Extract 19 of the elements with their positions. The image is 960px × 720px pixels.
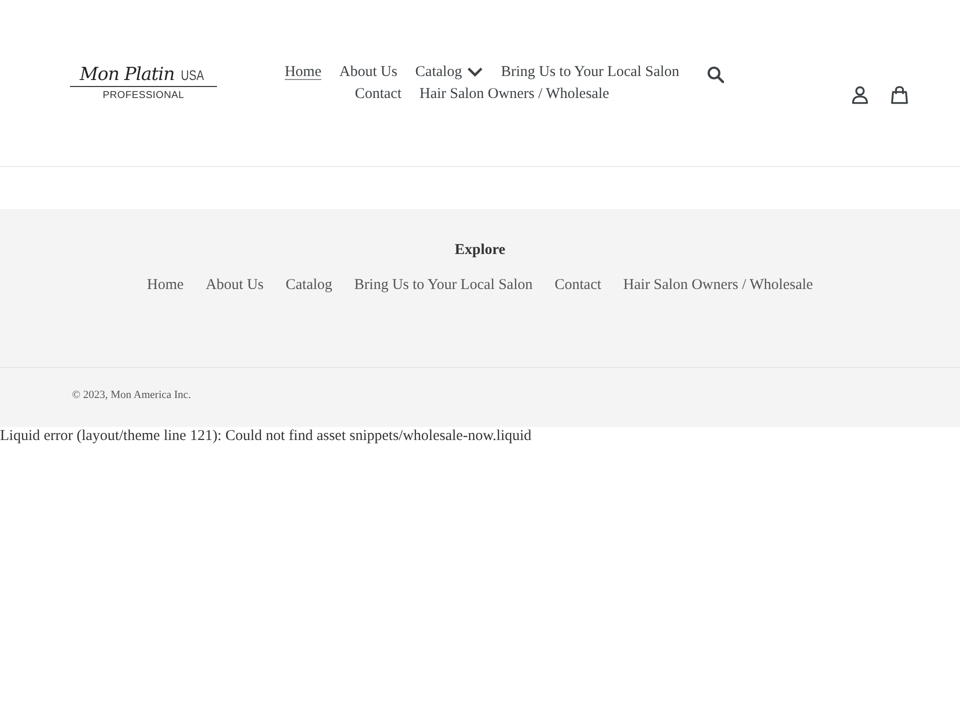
nav-link[interactable]: Catalog	[415, 61, 483, 83]
footer-link[interactable]: About Us	[206, 275, 264, 295]
nav-link[interactable]: Hair Salon Owners / Wholesale	[419, 83, 610, 105]
nav-link[interactable]: Contact	[354, 83, 402, 105]
nav-link[interactable]: Bring Us to Your Local Salon	[500, 61, 680, 83]
footer-link[interactable]: Contact	[554, 275, 602, 295]
person-icon[interactable]	[852, 86, 868, 104]
search-icon[interactable]	[707, 66, 724, 83]
shopping-bag-icon[interactable]	[891, 86, 908, 104]
nav-link[interactable]: About Us	[339, 61, 398, 83]
footer-heading: Explore	[454, 241, 506, 260]
footer-link[interactable]: Bring Us to Your Local Salon	[354, 275, 533, 295]
footer-link[interactable]: Catalog	[286, 275, 332, 295]
copyright-text: © 2023, Mon America Inc.	[72, 388, 191, 402]
footer-link[interactable]: Home	[147, 275, 184, 295]
footer-link[interactable]: Hair Salon Owners / Wholesale	[623, 275, 813, 295]
error-message: Liquid error (layout/theme line 121): Could not find asset snippets/wholesale-now.liquid	[0, 428, 532, 444]
logo-link[interactable]: Mon Platin USA PROFESSIONAL	[70, 64, 217, 102]
nav-link[interactable]: Home	[284, 61, 322, 83]
